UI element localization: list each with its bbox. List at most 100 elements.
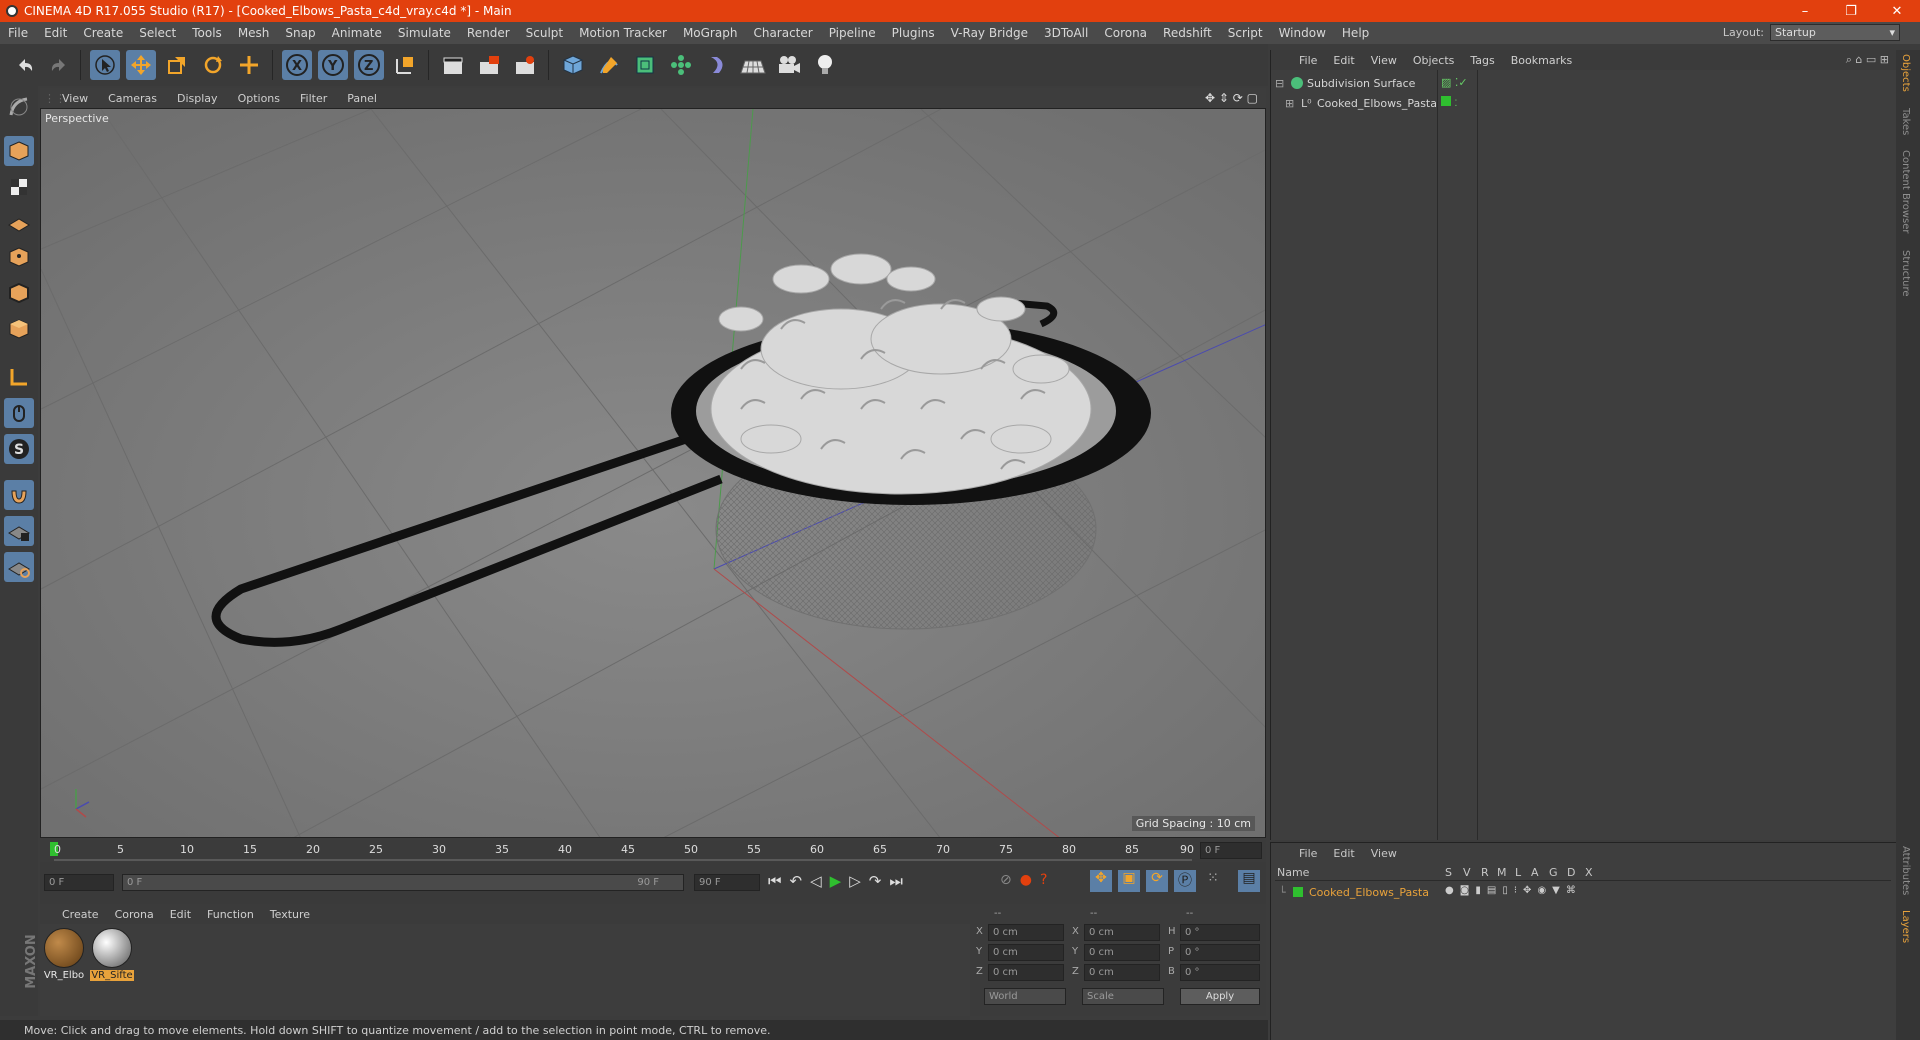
close-button[interactable]: ✕ — [1874, 0, 1920, 22]
transform-tool-button[interactable] — [234, 50, 264, 80]
layer-col-deformers[interactable]: D — [1567, 866, 1575, 879]
start-frame-field[interactable]: 0 F — [44, 874, 114, 891]
edges-mode-button[interactable] — [4, 278, 34, 308]
render-to-picture-viewer-button[interactable] — [474, 50, 504, 80]
add-cube-button[interactable] — [558, 50, 588, 80]
viewport-menu-view[interactable]: View — [52, 92, 98, 105]
key-parameter-icon[interactable]: Ⓟ — [1174, 870, 1196, 892]
end-frame-field[interactable]: 90 F — [694, 874, 760, 891]
visibility-dots-icon[interactable]: ⁚ — [1455, 99, 1458, 109]
menu-3dtoall[interactable]: 3DToAll — [1036, 26, 1096, 40]
menu-mograph[interactable]: MoGraph — [675, 26, 746, 40]
menu-snap[interactable]: Snap — [277, 26, 323, 40]
expand-icon[interactable]: ⊞ — [1285, 97, 1297, 110]
add-camera-button[interactable] — [774, 50, 804, 80]
rotation-h-field[interactable]: 0 ° — [1180, 924, 1260, 941]
polygons-mode-button[interactable] — [4, 314, 34, 344]
layout-select[interactable]: Startup ▾ — [1770, 24, 1900, 41]
object-menu-view[interactable]: View — [1363, 54, 1405, 67]
add-subdivision-button[interactable] — [630, 50, 660, 80]
layer-col-generators[interactable]: G — [1549, 866, 1558, 879]
y-axis-lock-button[interactable]: Y — [318, 50, 348, 80]
object-menu-bookmarks[interactable]: Bookmarks — [1503, 54, 1580, 67]
size-mode-select[interactable]: Scale — [1082, 988, 1164, 1005]
scale-tool-button[interactable] — [162, 50, 192, 80]
size-x-field[interactable]: 0 cm — [1084, 924, 1160, 941]
render-settings-button[interactable] — [510, 50, 540, 80]
key-pla-icon[interactable]: ⁙ — [1202, 870, 1224, 892]
size-y-field[interactable]: 0 cm — [1084, 944, 1160, 961]
tweak-mode-button[interactable] — [4, 398, 34, 428]
layer-col-animation[interactable]: A — [1531, 866, 1539, 879]
menu-corona[interactable]: Corona — [1096, 26, 1155, 40]
menu-redshift[interactable]: Redshift — [1155, 26, 1220, 40]
move-tool-button[interactable] — [126, 50, 156, 80]
menu-create[interactable]: Create — [75, 26, 131, 40]
play-button[interactable]: ▶ — [830, 872, 842, 890]
apply-button[interactable]: Apply — [1180, 988, 1260, 1005]
workplane-rotate-button[interactable] — [4, 552, 34, 582]
texture-mode-button[interactable] — [4, 172, 34, 202]
object-menu-edit[interactable]: Edit — [1325, 54, 1362, 67]
add-floor-button[interactable] — [738, 50, 768, 80]
menu-select[interactable]: Select — [131, 26, 184, 40]
workplane-button[interactable] — [4, 206, 34, 236]
layer-col-name[interactable]: Name — [1277, 866, 1309, 879]
rotation-b-field[interactable]: 0 ° — [1180, 964, 1260, 981]
timeline-ruler[interactable]: 0 5 10 15 20 25 30 35 40 45 50 55 60 65 … — [40, 840, 1266, 862]
side-tab-layers[interactable]: Layers — [1900, 910, 1911, 943]
object-menu-file[interactable]: File — [1291, 54, 1325, 67]
redo-button[interactable] — [44, 50, 74, 80]
viewport-navigation-icons[interactable]: ✥ ⇕ ⟳ ▢ — [1205, 91, 1258, 105]
object-row-subdivision-surface[interactable]: ⊟ Subdivision Surface — [1275, 74, 1415, 92]
viewport-menu-filter[interactable]: Filter — [290, 92, 337, 105]
layer-menu-edit[interactable]: Edit — [1325, 847, 1362, 860]
object-manager-icons[interactable]: ⌕ ⌂ ▭ ⊞ — [1846, 53, 1889, 67]
material-swatch[interactable]: VR_Sifte — [90, 926, 134, 981]
layer-col-render[interactable]: R — [1481, 866, 1489, 879]
viewport-menu-cameras[interactable]: Cameras — [98, 92, 167, 105]
layer-col-view[interactable]: V — [1463, 866, 1471, 879]
add-spline-button[interactable] — [594, 50, 624, 80]
menu-simulate[interactable]: Simulate — [390, 26, 459, 40]
material-menu-corona[interactable]: Corona — [107, 908, 162, 921]
motion-record-icon[interactable]: ⊘ — [1000, 872, 1012, 888]
go-to-start-button[interactable]: ⏮ — [768, 872, 782, 890]
viewport-menu-options[interactable]: Options — [228, 92, 290, 105]
points-mode-button[interactable] — [4, 242, 34, 272]
material-menu-edit[interactable]: Edit — [162, 908, 199, 921]
size-z-field[interactable]: 0 cm — [1084, 964, 1160, 981]
material-swatch[interactable]: VR_Elbo — [42, 926, 86, 981]
key-scale-icon[interactable]: ▣ — [1118, 870, 1140, 892]
layer-row[interactable]: └ Cooked_Elbows_Pasta — [1279, 883, 1429, 901]
add-mograph-button[interactable] — [666, 50, 696, 80]
menu-motion-tracker[interactable]: Motion Tracker — [571, 26, 675, 40]
go-to-end-button[interactable]: ⏭ — [889, 872, 903, 890]
viewport-menu-display[interactable]: Display — [167, 92, 228, 105]
key-rotation-icon[interactable]: ⟳ — [1146, 870, 1168, 892]
menu-character[interactable]: Character — [745, 26, 820, 40]
menu-edit[interactable]: Edit — [36, 26, 75, 40]
coordinate-system-button[interactable] — [390, 50, 420, 80]
menu-window[interactable]: Window — [1271, 26, 1334, 40]
z-axis-lock-button[interactable]: Z — [354, 50, 384, 80]
menu-plugins[interactable]: Plugins — [884, 26, 943, 40]
minimize-button[interactable]: – — [1782, 0, 1828, 22]
rotation-p-field[interactable]: 0 ° — [1180, 944, 1260, 961]
render-view-button[interactable] — [438, 50, 468, 80]
menu-file[interactable]: File — [0, 26, 36, 40]
material-menu-texture[interactable]: Texture — [262, 908, 318, 921]
coordinate-space-select[interactable]: World — [984, 988, 1066, 1005]
restore-button[interactable]: ❐ — [1828, 0, 1874, 22]
record-keys-icon[interactable]: ● — [1020, 872, 1032, 888]
side-tab-content-browser[interactable]: Content Browser — [1900, 150, 1911, 233]
layer-col-locked[interactable]: L — [1515, 866, 1521, 879]
object-flags-pasta[interactable]: ⁚ — [1441, 96, 1457, 109]
layer-col-xref[interactable]: X — [1585, 866, 1593, 879]
solo-button[interactable]: S — [4, 434, 34, 464]
add-light-button[interactable] — [810, 50, 840, 80]
layer-col-manager[interactable]: M — [1497, 866, 1507, 879]
make-editable-button[interactable] — [4, 92, 34, 122]
menu-sculpt[interactable]: Sculpt — [518, 26, 571, 40]
live-selection-button[interactable] — [90, 50, 120, 80]
